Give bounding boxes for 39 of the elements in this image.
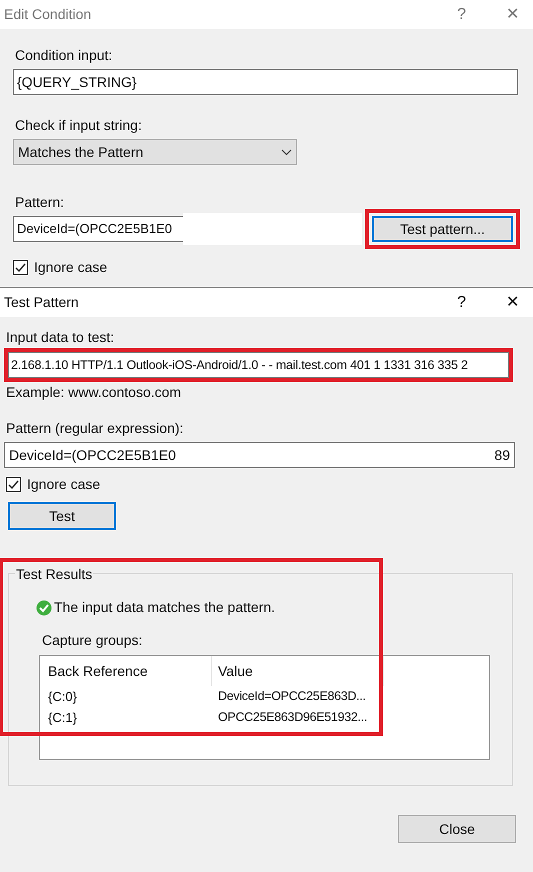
checkbox-label: Ignore case — [34, 258, 108, 277]
test-pattern-button[interactable]: Test pattern... — [372, 216, 513, 242]
checkmark-icon — [8, 479, 19, 490]
table-cell-text: DeviceId=OPCC25E863D... — [217, 688, 367, 706]
condition-input-field[interactable]: {QUERY_STRING} — [13, 69, 518, 95]
pattern-input-field[interactable]: DeviceId=(OPCC2E5B1E0 — [13, 216, 184, 242]
checkbox[interactable] — [6, 477, 21, 492]
field-label: Check if input string: — [15, 116, 143, 135]
pattern-input-field[interactable]: DeviceId=(OPCC2E5B1E0 89 — [4, 442, 515, 468]
help-button[interactable]: ? — [457, 2, 466, 26]
field-label: Input data to test: — [6, 328, 116, 347]
field-label: Condition input: — [15, 46, 114, 65]
test-button[interactable]: Test — [8, 502, 116, 530]
table-cell-text: {C:0} — [47, 688, 78, 706]
field-label: Pattern (regular expression): — [6, 419, 184, 438]
field-text: 89 — [494, 446, 510, 464]
dropdown[interactable]: Matches the Pattern — [13, 139, 297, 165]
close-button[interactable]: Close — [398, 815, 516, 843]
field-label: Capture groups: — [42, 631, 144, 650]
chevron-down-icon — [281, 148, 292, 156]
column-header[interactable]: Value — [212, 656, 384, 686]
checkmark-icon — [15, 262, 26, 273]
close-button[interactable]: ✕ — [506, 2, 519, 26]
window-title: Test Pattern — [4, 293, 80, 312]
help-button[interactable]: ? — [457, 290, 466, 314]
result-message: The input data matches the pattern. — [54, 598, 276, 617]
column-header[interactable]: Back Reference — [40, 656, 212, 686]
checkbox[interactable] — [13, 260, 28, 275]
example-text: Example: www.contoso.com — [6, 383, 182, 402]
close-button[interactable]: ✕ — [506, 290, 519, 314]
checkbox-label: Ignore case — [27, 475, 100, 494]
window-title: Edit Condition — [4, 5, 92, 24]
check-circle-icon — [36, 600, 52, 616]
table-cell-text: OPCC25E863D96E51932... — [217, 709, 368, 726]
field-label: Pattern: — [15, 193, 66, 212]
table-cell-text: {C:1} — [47, 708, 78, 727]
field-text: 2.168.1.10 HTTP/1.1 Outlook-iOS-Android/1.0 - - mail.test.com 401 1 1331 316 335 2 — [11, 356, 468, 374]
input-data-field[interactable]: 2.168.1.10 HTTP/1.1 Outlook-iOS-Android/1.0 - - mail.test.com 401 1 1331 316 335 2 — [8, 352, 509, 378]
field-text: DeviceId=(OPCC2E5B1E0 — [9, 446, 176, 465]
